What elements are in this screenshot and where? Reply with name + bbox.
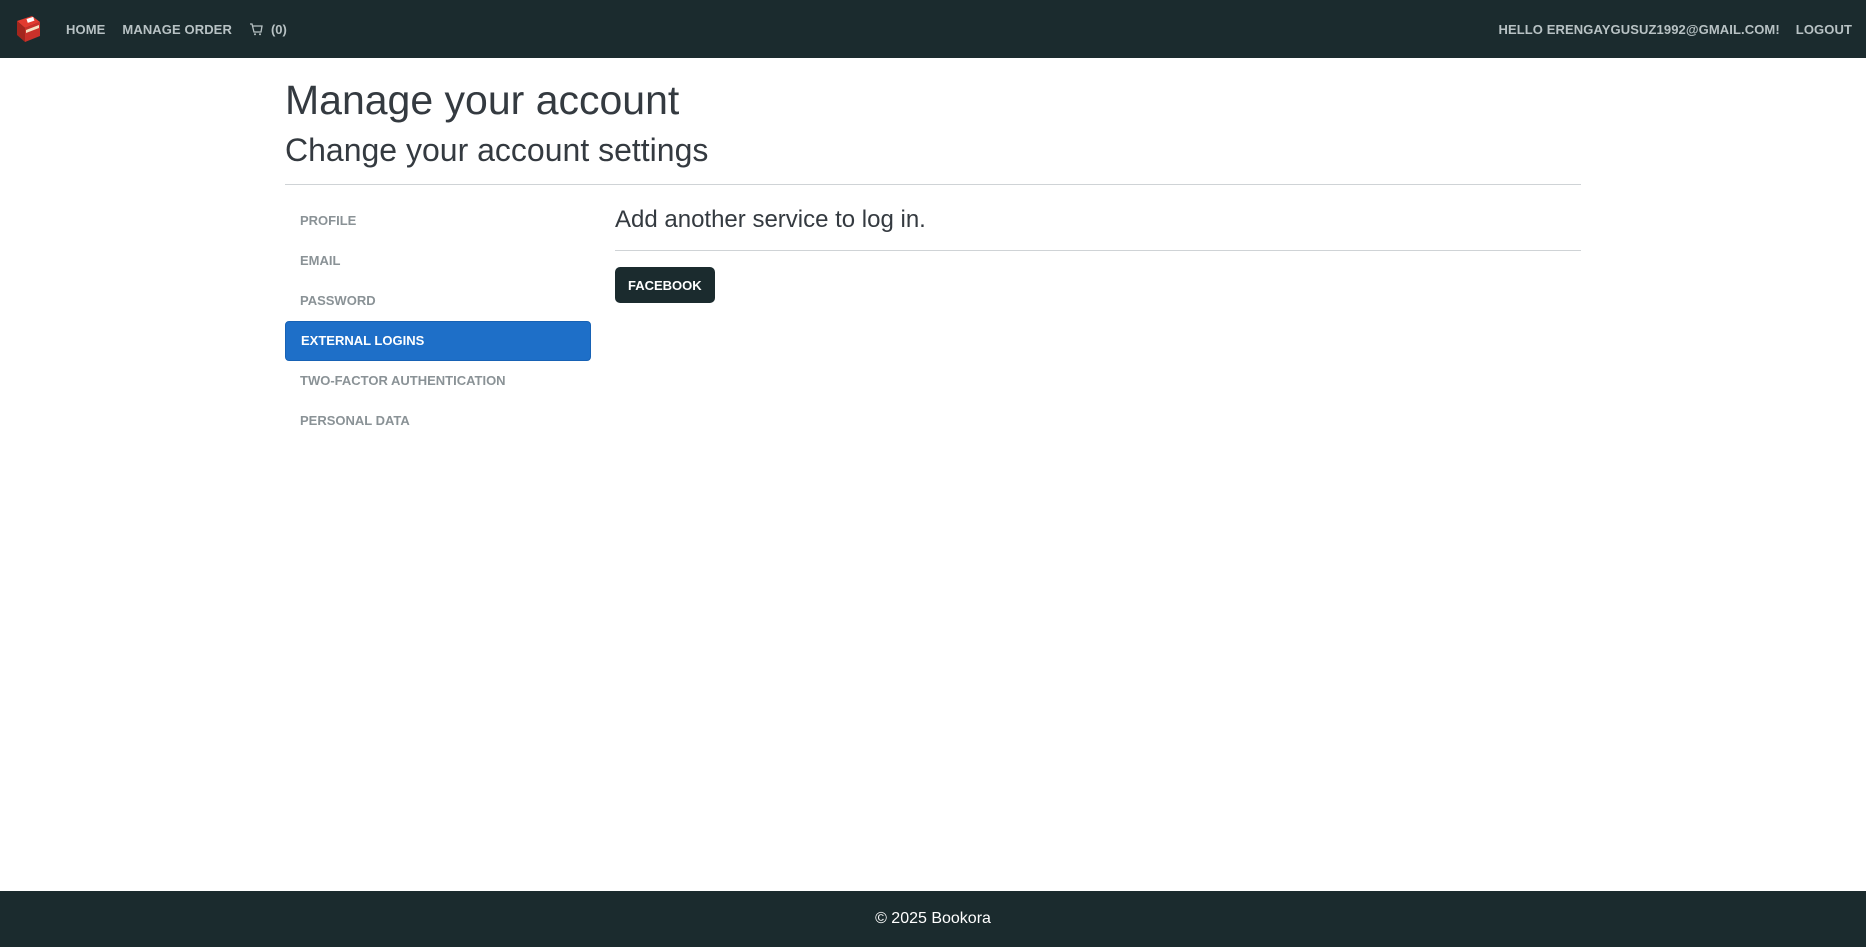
account-sidebar: PROFILE EMAIL PASSWORD EXTERNAL LOGINS T… — [285, 201, 591, 441]
section-divider — [615, 250, 1581, 252]
sidebar-item-password[interactable]: PASSWORD — [285, 281, 591, 321]
sidebar-item-two-factor-authentication[interactable]: TWO-FACTOR AUTHENTICATION — [285, 361, 591, 401]
sidebar-item-profile[interactable]: PROFILE — [285, 201, 591, 241]
footer: © 2025 Bookora — [0, 891, 1866, 947]
divider — [285, 183, 1581, 185]
sidebar-item-email[interactable]: EMAIL — [285, 241, 591, 281]
sidebar-item-external-logins[interactable]: EXTERNAL LOGINS — [285, 320, 591, 361]
cart-count: (0) — [270, 21, 287, 37]
footer-copyright: © 2025 Bookora — [875, 910, 991, 927]
logout-link[interactable]: LOGOUT — [1796, 22, 1852, 37]
nav-home-link[interactable]: HOME — [66, 22, 105, 37]
main-container: Manage your account Change your account … — [285, 58, 1581, 441]
user-greeting-link[interactable]: HELLO ERENGAYGUSUZ1992@GMAIL.COM! — [1498, 22, 1779, 37]
section-heading: Add another service to log in. — [615, 205, 926, 233]
nav-manage-order-link[interactable]: MANAGE ORDER — [122, 22, 232, 37]
cart-icon — [249, 22, 263, 35]
nav-right-group: HELLO ERENGAYGUSUZ1992@GMAIL.COM! LOGOUT — [1482, 22, 1852, 37]
page-subtitle: Change your account settings — [285, 132, 709, 169]
external-logins-panel: Add another service to log in. FACEBOOK — [615, 201, 1581, 441]
facebook-login-button[interactable]: FACEBOOK — [615, 267, 715, 304]
sidebar-item-personal-data[interactable]: PERSONAL DATA — [285, 401, 591, 441]
manage-layout: PROFILE EMAIL PASSWORD EXTERNAL LOGINS T… — [285, 201, 1581, 441]
page-title: Manage your account — [285, 77, 680, 123]
top-navbar: HOME MANAGE ORDER (0) HELLO ERENGAYGUSUZ… — [0, 0, 1866, 58]
nav-cart-link[interactable]: (0) — [249, 22, 287, 37]
book-icon[interactable] — [14, 13, 42, 45]
